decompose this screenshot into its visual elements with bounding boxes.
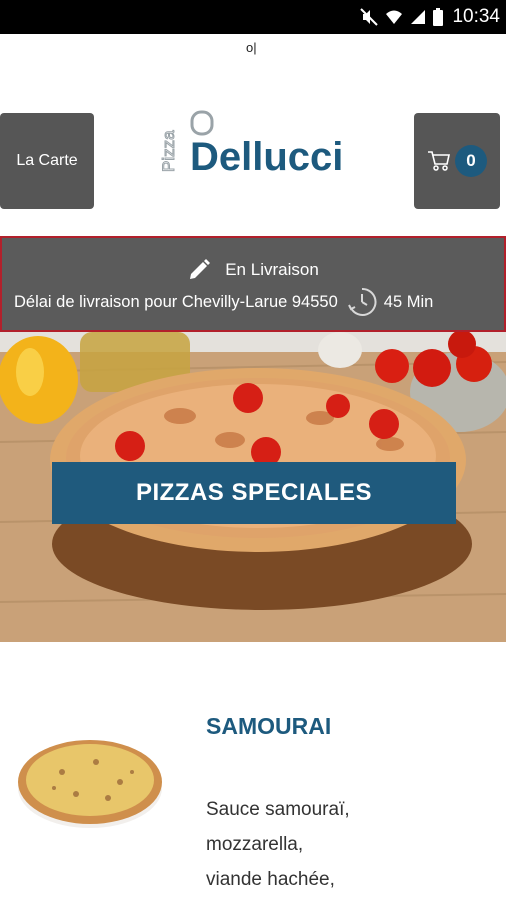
cart-count-badge: 0 <box>455 145 487 177</box>
logo-pizza-text: Pizza <box>160 130 178 172</box>
product-pizza-image[interactable] <box>16 732 164 832</box>
shopping-cart-icon <box>428 151 450 171</box>
menu-carte-label: La Carte <box>16 152 78 169</box>
wifi-icon <box>386 10 403 24</box>
category-title-label: PIZZAS SPECIALES <box>135 479 373 506</box>
brand-logo: Pizza Dellucci <box>160 110 343 178</box>
product-desc-line: viande hachée, <box>206 869 335 890</box>
product-description: Sauce samouraï, mozzarella, viande haché… <box>206 792 350 897</box>
delivery-delay-value: 45 Min <box>383 292 434 311</box>
cart-button[interactable]: 0 <box>414 113 500 209</box>
product-name[interactable]: SAMOURAI <box>206 713 331 740</box>
product-desc-line: mozzarella, <box>206 834 304 855</box>
product-desc-line: Sauce samouraï, <box>206 799 350 820</box>
delivery-banner[interactable]: En Livraison Délai de livraison pour Che… <box>0 236 506 332</box>
delivery-mode-label: En Livraison <box>225 260 319 279</box>
category-title-button[interactable]: PIZZAS SPECIALES <box>52 462 456 524</box>
battery-icon <box>433 8 444 26</box>
text-cursor: o| <box>246 40 257 55</box>
signal-icon <box>411 10 426 24</box>
mute-icon <box>360 8 379 26</box>
status-clock: 10:34 <box>452 6 500 27</box>
menu-carte-button[interactable]: La Carte <box>0 113 94 209</box>
status-bar: 10:34 <box>0 0 506 34</box>
logo-brand-text: Dellucci <box>190 135 343 178</box>
pencil-icon <box>190 259 211 279</box>
delivery-delay-text: Délai de livraison pour Chevilly-Larue 9… <box>14 292 338 311</box>
status-icons: 10:34 <box>360 6 500 28</box>
clock-icon <box>347 287 377 316</box>
